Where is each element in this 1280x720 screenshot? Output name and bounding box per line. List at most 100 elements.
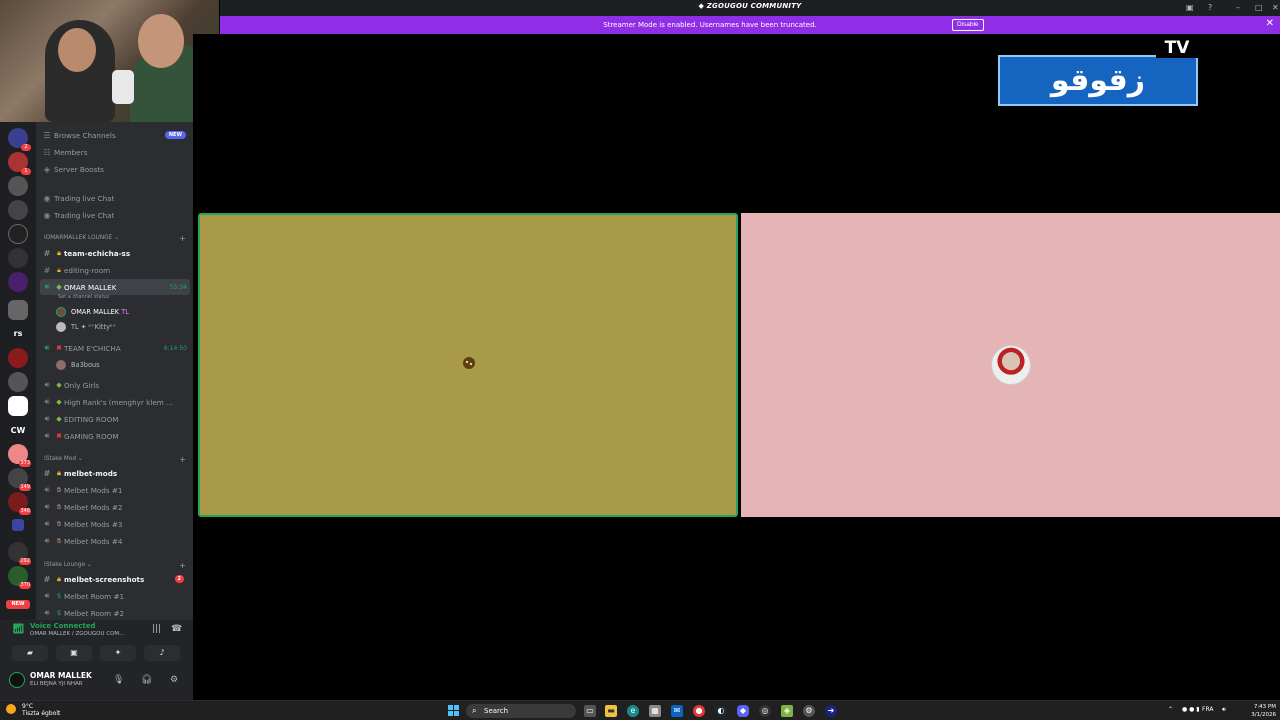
voice-channel[interactable]: 🔊︎ $ Melbet Room #2: [40, 605, 190, 620]
edge-icon[interactable]: e: [627, 705, 639, 717]
disconnect-icon[interactable]: ☎: [171, 624, 182, 634]
app-icon[interactable]: ➜: [825, 705, 837, 717]
text-channel[interactable]: # 🔒︎ editing-room: [40, 262, 190, 278]
maximize-icon[interactable]: □: [1255, 3, 1263, 13]
server-icon[interactable]: [8, 348, 28, 368]
activities-button[interactable]: ✦: [100, 645, 136, 661]
dollar-icon: $: [56, 609, 62, 617]
mail-icon[interactable]: ✉: [671, 705, 683, 717]
chrome-icon[interactable]: ●: [693, 705, 705, 717]
participant-tile[interactable]: [741, 213, 1280, 517]
add-channel-icon[interactable]: +: [179, 234, 186, 243]
discord-taskbar-icon[interactable]: ◆: [737, 705, 749, 717]
voice-channel[interactable]: 🔊︎ ◆ EDITING ROOM: [40, 411, 190, 427]
add-channel-icon[interactable]: +: [179, 455, 186, 464]
weather-widget[interactable]: 9°C Tiszta égbolt: [22, 703, 60, 717]
channel-status-hint[interactable]: Set a channel status: [58, 294, 109, 300]
server-abbrev-rs[interactable]: rs: [0, 329, 36, 338]
tray-icons[interactable]: ● ● ▮: [1182, 706, 1200, 713]
close-window-icon[interactable]: ✕: [1272, 3, 1279, 13]
user-name[interactable]: OMAR MALLEK: [30, 671, 92, 680]
unread-badge: 2: [174, 575, 184, 583]
server-icon[interactable]: [8, 176, 28, 196]
banner-close-icon[interactable]: ✕: [1266, 18, 1274, 29]
task-view-icon[interactable]: ▭: [584, 705, 596, 717]
server-abbrev-cw[interactable]: CW: [0, 426, 36, 435]
soundboard-button[interactable]: ♪: [144, 645, 180, 661]
avatar[interactable]: [9, 672, 25, 688]
language-indicator[interactable]: FRA: [1202, 706, 1213, 713]
voice-channel-name[interactable]: OMAR MALLEK / ZGOUGOU COM...: [30, 631, 140, 637]
settings-icon[interactable]: ⚙: [170, 675, 178, 685]
noise-suppression-icon[interactable]: |||: [152, 624, 161, 634]
browse-channels[interactable]: ☰ Browse Channels NEW: [40, 127, 190, 143]
voice-channel[interactable]: 🔊︎ ✋︎ Melbet Mods #1: [40, 482, 190, 498]
server-icon[interactable]: 1: [8, 152, 31, 175]
server-icon[interactable]: [8, 272, 28, 292]
headphones-icon[interactable]: 🎧︎: [141, 675, 152, 685]
hand-icon: ✋︎: [57, 485, 61, 494]
category-header[interactable]: IStake Mod ⌄ +: [44, 453, 190, 465]
store-icon[interactable]: ▦: [649, 705, 661, 717]
volume-icon[interactable]: 🔊︎: [1222, 706, 1226, 714]
tray-chevron-icon[interactable]: ⌃: [1168, 706, 1173, 713]
signal-icon[interactable]: 📶︎: [12, 624, 25, 635]
text-channel[interactable]: # 🔒︎ team-echicha-ss: [40, 245, 190, 261]
trading-chat-item[interactable]: ◉ Trading live Chat: [40, 207, 190, 223]
new-badge[interactable]: NEW: [6, 600, 30, 609]
participant-tile-speaking[interactable]: [198, 213, 738, 517]
user-status: ELI BEJNA YJI NHAR: [30, 681, 83, 687]
members-item[interactable]: ☷ Members: [40, 144, 190, 160]
minimize-icon[interactable]: –: [1236, 3, 1240, 13]
members-icon: ☷: [43, 147, 51, 157]
start-icon[interactable]: [448, 705, 460, 717]
disable-button[interactable]: Disable: [952, 19, 984, 31]
voice-channel[interactable]: 🔊︎ ✋︎ Melbet Mods #4: [40, 533, 190, 549]
weather-icon[interactable]: [6, 704, 16, 714]
server-icon[interactable]: 2: [8, 128, 31, 151]
category-header[interactable]: IStake Lounge ⌄ +: [44, 559, 190, 571]
server-icon[interactable]: [8, 200, 28, 220]
server-icon[interactable]: [8, 248, 28, 268]
settings-app-icon[interactable]: ⚙: [803, 705, 815, 717]
file-explorer-icon[interactable]: ▬: [605, 705, 617, 717]
voice-channel[interactable]: 🔊︎ ◆ Only Girls: [40, 377, 190, 393]
server-icon[interactable]: 373: [8, 444, 31, 467]
server-boosts-item[interactable]: ◈ Server Boosts: [40, 161, 190, 177]
app-icon[interactable]: ◎: [759, 705, 771, 717]
steam-icon[interactable]: ◐: [715, 705, 727, 717]
server-icon[interactable]: 348: [8, 492, 31, 515]
server-icon[interactable]: [8, 300, 28, 320]
folder-icon[interactable]: [12, 519, 24, 531]
voice-channel-active[interactable]: 🔊︎ ◆ OMAR MALLEK 55:34: [40, 279, 190, 295]
inbox-icon[interactable]: ▣: [1186, 3, 1194, 13]
taskbar-search[interactable]: ⌕ Search: [466, 704, 576, 718]
screen-share-button[interactable]: ▣: [56, 645, 92, 661]
voice-channel[interactable]: 🔊︎ ✖ GAMING ROOM: [40, 428, 190, 444]
mic-icon[interactable]: 🎙︎: [113, 675, 124, 685]
server-icon[interactable]: 370: [8, 566, 31, 589]
category-header[interactable]: IOMARMALLEK LOUNGE ⌄ +: [44, 232, 190, 244]
server-icon[interactable]: [8, 224, 28, 244]
trading-chat-item[interactable]: ◉ Trading live Chat: [40, 190, 190, 206]
mention-badge: 348: [19, 508, 31, 515]
video-button[interactable]: ▰: [12, 645, 48, 661]
voice-user[interactable]: Ba3bous: [56, 358, 190, 372]
voice-user[interactable]: OMAR MALLEK TL: [56, 305, 190, 319]
app-icon[interactable]: ◈: [781, 705, 793, 717]
voice-channel[interactable]: 🔊︎ ✖ TEAM E'CHICHA 6:14:50: [40, 340, 190, 356]
taskbar-clock[interactable]: 7:43 PM 3/1/2026: [1248, 703, 1276, 719]
text-channel[interactable]: # 🔒︎ melbet-screenshots 2: [40, 571, 190, 587]
server-icon[interactable]: 292: [8, 542, 31, 565]
voice-channel[interactable]: 🔊︎ ✋︎ Melbet Mods #3: [40, 516, 190, 532]
text-channel[interactable]: # 🔒︎ melbet-mods: [40, 465, 190, 481]
help-icon[interactable]: ?: [1208, 3, 1212, 13]
server-icon[interactable]: 149: [8, 468, 31, 491]
add-channel-icon[interactable]: +: [179, 561, 186, 570]
voice-channel[interactable]: 🔊︎ $ Melbet Room #1: [40, 588, 190, 604]
voice-user[interactable]: TL ✦ ᵒ⁺Kittyᵒ⁺: [56, 320, 190, 334]
voice-channel[interactable]: 🔊︎ ◆ High Rank's (menghyr klem ...: [40, 394, 190, 410]
server-icon[interactable]: [8, 396, 28, 416]
voice-channel[interactable]: 🔊︎ ✋︎ Melbet Mods #2: [40, 499, 190, 515]
server-icon[interactable]: [8, 372, 28, 392]
